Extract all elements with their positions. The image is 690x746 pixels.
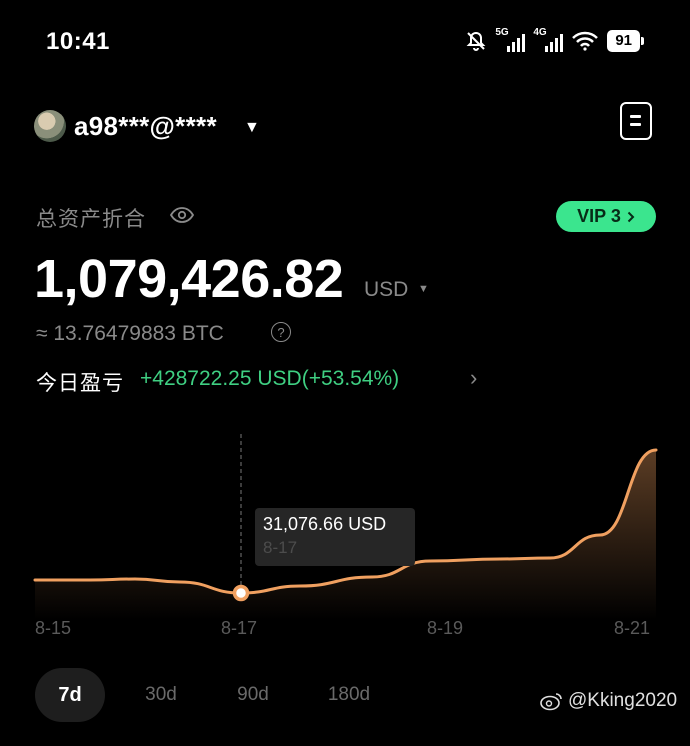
- daily-pnl-label[interactable]: 今日盈亏: [36, 367, 124, 397]
- x-tick-label: 8-15: [35, 618, 72, 638]
- signal-4g-icon: 4G: [533, 27, 564, 52]
- caret-down-icon[interactable]: ▼: [418, 283, 429, 295]
- daily-pnl-value[interactable]: +428722.25 USD(+53.54%): [140, 367, 399, 391]
- status-time: 10:41: [46, 28, 110, 55]
- signal-5g-icon: 5G: [495, 27, 526, 52]
- battery-level: 91: [607, 30, 640, 52]
- tooltip-value: 31,076.66 USD: [263, 514, 387, 534]
- wifi-icon: [572, 31, 599, 51]
- watermark: @Kking2020: [540, 690, 677, 712]
- caret-down-icon[interactable]: ▼: [244, 119, 260, 137]
- vip-badge[interactable]: VIP 3: [556, 201, 656, 232]
- document-icon[interactable]: [620, 102, 652, 140]
- currency-selector[interactable]: USD: [364, 278, 408, 302]
- btc-equivalent: ≈ 13.76479883 BTC: [36, 322, 224, 345]
- battery-icon: 91: [607, 30, 644, 52]
- total-assets-label: 总资产折合: [36, 208, 146, 231]
- bell-off-icon: [466, 31, 486, 51]
- status-icons: 5G 4G 91: [465, 27, 644, 54]
- x-tick-label: 8-19: [427, 618, 464, 638]
- x-tick-label: 8-21: [614, 618, 651, 638]
- range-tab-7d[interactable]: 7d: [35, 668, 105, 722]
- total-balance: 1,079,426.82: [34, 249, 344, 309]
- chevron-right-icon[interactable]: ›: [470, 365, 477, 391]
- range-tab-90d[interactable]: 90d: [220, 668, 286, 722]
- chevron-right-icon: [627, 211, 635, 222]
- range-tab-30d[interactable]: 30d: [128, 668, 194, 722]
- eye-icon[interactable]: [170, 207, 194, 223]
- watermark-text: @Kking2020: [568, 690, 678, 711]
- chart-marker[interactable]: [232, 584, 250, 602]
- help-icon[interactable]: ?: [271, 322, 291, 342]
- tooltip-date: 8-17: [263, 538, 298, 557]
- vip-level: VIP 3: [577, 206, 621, 226]
- chart-tooltip: 31,076.66 USD 8-17: [255, 508, 415, 566]
- x-tick-label: 8-17: [221, 618, 258, 638]
- weibo-icon: [540, 693, 562, 711]
- avatar[interactable]: [34, 110, 66, 142]
- range-tab-180d[interactable]: 180d: [314, 668, 384, 722]
- account-name[interactable]: a98***@****: [74, 111, 217, 142]
